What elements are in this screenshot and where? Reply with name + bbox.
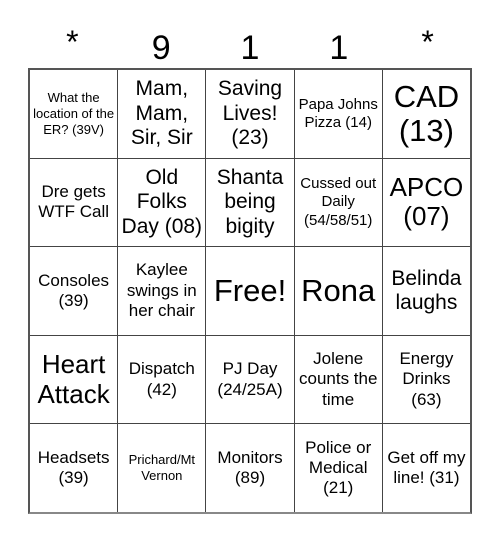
bingo-cell[interactable]: What the location of the ER? (39V) <box>30 70 118 158</box>
bingo-header-letter-4: 1 <box>329 29 349 67</box>
bingo-cell-label: Mam, Mam, Sir, Sir <box>130 77 193 149</box>
bingo-cell-label: Cussed out Daily (54/58/51) <box>300 174 377 229</box>
bingo-cell-label: Papa Johns Pizza (14) <box>298 95 378 131</box>
bingo-cell[interactable]: Kaylee swings in her chair <box>117 247 206 335</box>
bingo-cell-label: Dispatch (42) <box>128 359 195 399</box>
bingo-cell-label: Headsets (39) <box>37 447 110 488</box>
bingo-card: * 9 1 1 * What the location of the ER? (… <box>28 14 472 514</box>
bingo-cell[interactable]: Papa Johns Pizza (14) <box>293 70 382 158</box>
bingo-cell-label: Monitors (89) <box>217 447 283 488</box>
bingo-header-letter-5: * <box>421 24 434 60</box>
bingo-cell-label: Get off my line! (31) <box>387 447 466 488</box>
bingo-grid: What the location of the ER? (39V) Mam, … <box>28 68 472 514</box>
bingo-cell-label: Kaylee swings in her chair <box>126 260 197 321</box>
bingo-cell[interactable]: Get off my line! (31) <box>381 424 471 512</box>
bingo-cell-label: APCO (07) <box>389 172 464 232</box>
bingo-cell-label: Rona <box>301 272 376 308</box>
bingo-cell-label: What the location of the ER? (39V) <box>33 89 115 137</box>
bingo-row: Heart Attack Dispatch (42) PJ Day (24/25… <box>30 334 471 424</box>
bingo-cell[interactable]: Dispatch (42) <box>117 335 206 424</box>
bingo-cell-label: PJ Day (24/25A) <box>217 359 283 399</box>
bingo-cell[interactable]: Monitors (89) <box>205 424 294 512</box>
bingo-cell-label: Heart Attack <box>37 349 110 409</box>
bingo-cell[interactable]: Shanta being bigity <box>205 158 294 247</box>
bingo-cell-label: Energy Drinks (63) <box>399 348 454 409</box>
bingo-row: Headsets (39) Prichard/Mt Vernon Monitor… <box>30 423 471 512</box>
bingo-cell[interactable]: Police or Medical (21) <box>293 424 382 512</box>
bingo-cell[interactable]: Heart Attack <box>30 335 118 424</box>
bingo-cell[interactable]: Consoles (39) <box>30 247 118 335</box>
bingo-cell-free-space[interactable]: Free! <box>205 247 294 335</box>
bingo-cell[interactable]: APCO (07) <box>381 158 471 247</box>
bingo-cell[interactable]: Belinda laughs <box>381 247 471 335</box>
bingo-cell[interactable]: Cussed out Daily (54/58/51) <box>293 158 382 247</box>
bingo-header-letter-3: 1 <box>240 29 260 67</box>
bingo-cell[interactable]: Headsets (39) <box>30 424 118 512</box>
bingo-row: Consoles (39) Kaylee swings in her chair… <box>30 246 471 335</box>
bingo-cell-label: Jolene counts the time <box>298 348 378 409</box>
bingo-cell-label: Consoles (39) <box>38 270 110 310</box>
bingo-cell[interactable]: Saving Lives! (23) <box>205 70 294 158</box>
bingo-header-row: * 9 1 1 * <box>28 14 472 68</box>
bingo-cell-label: Old Folks Day (08) <box>121 165 203 238</box>
bingo-cell-label: Shanta being bigity <box>216 165 284 238</box>
bingo-header-letter-1: * <box>66 24 79 60</box>
bingo-cell[interactable]: Energy Drinks (63) <box>381 335 471 424</box>
bingo-cell-label: Free! <box>213 272 287 308</box>
bingo-cell-label: Police or Medical (21) <box>305 437 372 498</box>
bingo-cell-label: CAD (13) <box>393 78 460 148</box>
bingo-cell[interactable]: CAD (13) <box>381 70 471 158</box>
bingo-cell[interactable]: PJ Day (24/25A) <box>205 335 294 424</box>
bingo-cell-label: Dre gets WTF Call <box>38 182 110 222</box>
bingo-cell-label: Saving Lives! (23) <box>217 77 283 149</box>
bingo-row: Dre gets WTF Call Old Folks Day (08) Sha… <box>30 157 471 247</box>
bingo-cell-label: Prichard/Mt Vernon <box>128 452 196 484</box>
bingo-cell[interactable]: Mam, Mam, Sir, Sir <box>117 70 206 158</box>
bingo-cell[interactable]: Old Folks Day (08) <box>117 158 206 247</box>
bingo-row: What the location of the ER? (39V) Mam, … <box>30 70 471 158</box>
bingo-cell[interactable]: Prichard/Mt Vernon <box>117 424 206 512</box>
bingo-cell-label: Belinda laughs <box>391 266 462 314</box>
bingo-header-letter-2: 9 <box>151 29 171 67</box>
bingo-cell[interactable]: Dre gets WTF Call <box>30 158 118 247</box>
bingo-cell[interactable]: Rona <box>293 247 382 335</box>
bingo-cell[interactable]: Jolene counts the time <box>293 335 382 424</box>
